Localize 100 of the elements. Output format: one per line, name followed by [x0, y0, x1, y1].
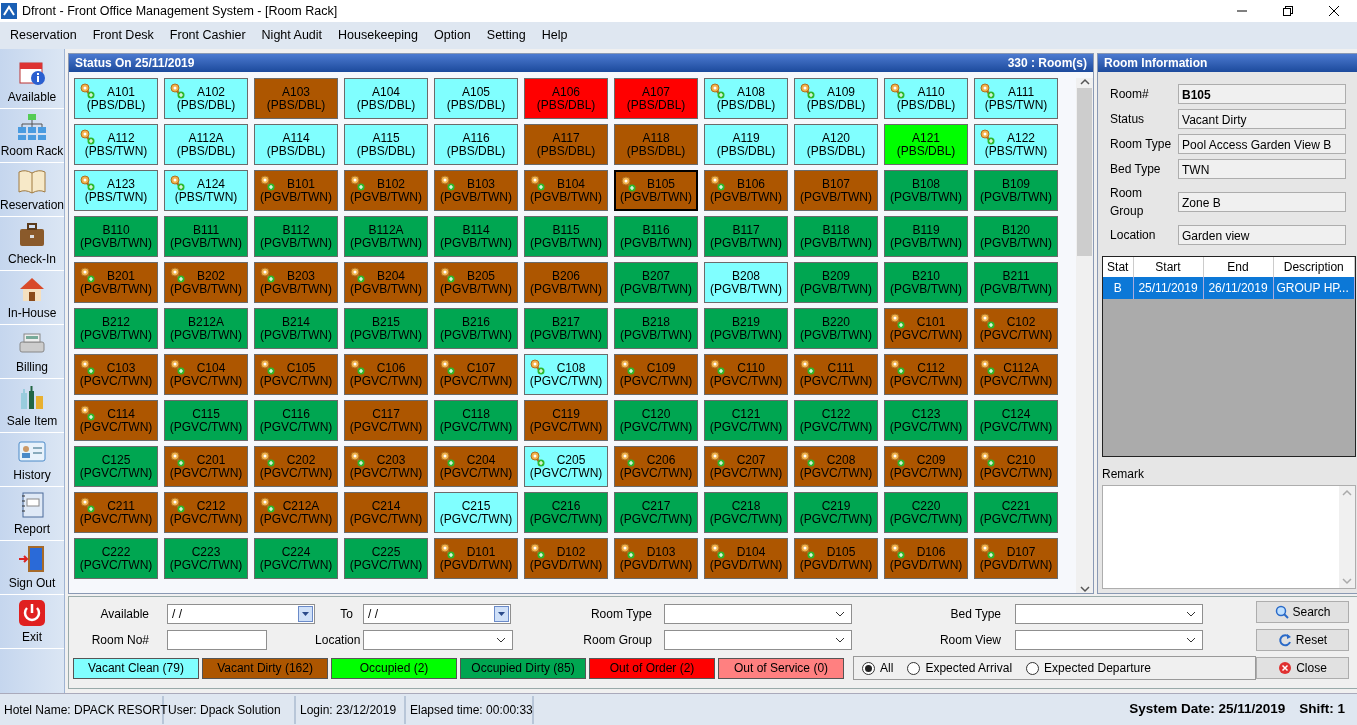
room-tile[interactable]: B204 (PGVB/TWN)	[344, 262, 429, 303]
room-tile[interactable]: B208 (PGVB/TWN)	[704, 262, 789, 303]
room-tile[interactable]: A109 (PBS/DBL)	[794, 78, 879, 119]
menu-item[interactable]: Reservation	[2, 26, 85, 45]
room-tile[interactable]: B209 (PGVB/TWN)	[794, 262, 879, 303]
status-legend-item[interactable]: Vacant Dirty (162)	[202, 657, 329, 679]
room-tile[interactable]: C215 (PGVC/TWN)	[434, 492, 519, 533]
room-tile[interactable]: C220 (PGVC/TWN)	[884, 492, 969, 533]
room-tile[interactable]: A108 (PBS/DBL)	[704, 78, 789, 119]
room-tile[interactable]: B112 (PGVB/TWN)	[254, 216, 339, 257]
room-tile[interactable]: C209 (PGVC/TWN)	[884, 446, 969, 487]
room-tile[interactable]: A105 (PBS/DBL)	[434, 78, 519, 119]
room-tile[interactable]: C218 (PGVC/TWN)	[704, 492, 789, 533]
room-tile[interactable]: C212 (PGVC/TWN)	[164, 492, 249, 533]
room-tile[interactable]: A103 (PBS/DBL)	[254, 78, 339, 119]
room-tile[interactable]: B210 (PGVB/TWN)	[884, 262, 969, 303]
sidebar-item-label[interactable]: Reservation	[0, 195, 65, 214]
room-tile[interactable]: B219 (PGVB/TWN)	[704, 308, 789, 349]
menu-item[interactable]: Setting	[478, 26, 534, 45]
room-tile[interactable]: B101 (PGVB/TWN)	[254, 170, 339, 211]
dropdown-icon[interactable]	[494, 606, 510, 622]
room-tile[interactable]: B212A (PGVB/TWN)	[164, 308, 249, 349]
sidebar-item-label[interactable]: Report	[14, 519, 51, 538]
room-tile[interactable]: A102 (PBS/DBL)	[164, 78, 249, 119]
room-tile[interactable]: B114 (PGVB/TWN)	[434, 216, 519, 257]
scroll-down-icon[interactable]	[1079, 585, 1090, 593]
scrollbar[interactable]	[1076, 78, 1094, 593]
room-tile[interactable]: B119 (PGVB/TWN)	[884, 216, 969, 257]
room-tile[interactable]: C202 (PGVC/TWN)	[254, 446, 339, 487]
room-tile[interactable]: C223 (PGVC/TWN)	[164, 538, 249, 579]
action-button[interactable]: Reset	[1256, 629, 1350, 651]
sidebar-item-label[interactable]: In-House	[7, 303, 57, 322]
remark-textarea[interactable]	[1102, 485, 1357, 589]
room-tile[interactable]: B102 (PGVB/TWN)	[344, 170, 429, 211]
room-tile[interactable]: D107 (PGVD/TWN)	[974, 538, 1059, 579]
room-tile[interactable]: C110 (PGVC/TWN)	[704, 354, 789, 395]
date-field[interactable]: / /	[167, 604, 316, 624]
room-tile[interactable]: C116 (PGVC/TWN)	[254, 400, 339, 441]
room-tile[interactable]: D101 (PGVD/TWN)	[434, 538, 519, 579]
room-tile[interactable]: C114 (PGVC/TWN)	[74, 400, 159, 441]
menu-item[interactable]: Help	[533, 26, 576, 45]
room-tile[interactable]: A121 (PBS/DBL)	[884, 124, 969, 165]
room-tile[interactable]: C212A (PGVC/TWN)	[254, 492, 339, 533]
scroll-up-icon[interactable]	[1079, 78, 1090, 86]
room-tile[interactable]: B207 (PGVB/TWN)	[614, 262, 699, 303]
room-tile[interactable]: C124 (PGVC/TWN)	[974, 400, 1059, 441]
room-tile[interactable]: C222 (PGVC/TWN)	[74, 538, 159, 579]
menu-item[interactable]: Option	[425, 26, 479, 45]
sidebar-item-label[interactable]: Room Rack	[0, 141, 64, 160]
radio-label[interactable]: All	[880, 659, 894, 677]
scrollbar-thumb[interactable]	[1077, 88, 1093, 256]
room-tile[interactable]: C205 (PGVC/TWN)	[524, 446, 609, 487]
room-tile[interactable]: C217 (PGVC/TWN)	[614, 492, 699, 533]
room-tile[interactable]: C123 (PGVC/TWN)	[884, 400, 969, 441]
room-tile[interactable]: B211 (PGVB/TWN)	[974, 262, 1059, 303]
hierarchy-icon[interactable]	[17, 111, 47, 142]
room-tile[interactable]: B115 (PGVB/TWN)	[524, 216, 609, 257]
radio-button[interactable]	[1026, 661, 1040, 675]
action-button[interactable]: Search	[1256, 601, 1350, 623]
room-tile[interactable]: C112A (PGVC/TWN)	[974, 354, 1059, 395]
radio-button[interactable]	[907, 661, 921, 675]
room-tile[interactable]: A104 (PBS/DBL)	[344, 78, 429, 119]
room-tile[interactable]: B203 (PGVB/TWN)	[254, 262, 339, 303]
room-tile[interactable]: C122 (PGVC/TWN)	[794, 400, 879, 441]
dropdown-field[interactable]	[1015, 630, 1204, 650]
sidebar-item-label[interactable]: Check-In	[8, 249, 57, 268]
status-legend-item[interactable]: Out of Service (0)	[718, 657, 845, 679]
room-tile[interactable]: C224 (PGVC/TWN)	[254, 538, 339, 579]
room-tile[interactable]: C206 (PGVC/TWN)	[614, 446, 699, 487]
room-tile[interactable]: C204 (PGVC/TWN)	[434, 446, 519, 487]
room-tile[interactable]: A123 (PBS/TWN)	[74, 170, 159, 211]
room-tile[interactable]: A111 (PBS/TWN)	[974, 78, 1059, 119]
room-tile[interactable]: C103 (PGVC/TWN)	[74, 354, 159, 395]
room-number-input[interactable]	[167, 630, 268, 650]
room-tile[interactable]: B214 (PGVB/TWN)	[254, 308, 339, 349]
room-tile[interactable]: C211 (PGVC/TWN)	[74, 492, 159, 533]
dropdown-icon[interactable]	[298, 606, 314, 622]
room-tile[interactable]: C201 (PGVC/TWN)	[164, 446, 249, 487]
status-legend-item[interactable]: Occupied Dirty (85)	[460, 657, 587, 679]
room-tile[interactable]: A124 (PBS/TWN)	[164, 170, 249, 211]
sidebar-item-label[interactable]: Sign Out	[8, 573, 56, 592]
dropdown-field[interactable]	[664, 630, 853, 650]
room-tile[interactable]: A114 (PBS/DBL)	[254, 124, 339, 165]
action-button[interactable]: Close	[1256, 657, 1350, 679]
status-legend-item[interactable]: Occupied (2)	[331, 657, 458, 679]
dropdown-field[interactable]	[664, 604, 853, 624]
room-tile[interactable]: B116 (PGVB/TWN)	[614, 216, 699, 257]
status-legend-item[interactable]: Vacant Clean (79)	[73, 657, 200, 679]
room-tile[interactable]: B212 (PGVB/TWN)	[74, 308, 159, 349]
room-tile[interactable]: C102 (PGVC/TWN)	[974, 308, 1059, 349]
room-tile[interactable]: C111 (PGVC/TWN)	[794, 354, 879, 395]
room-tile[interactable]: A110 (PBS/DBL)	[884, 78, 969, 119]
room-tile[interactable]: B220 (PGVB/TWN)	[794, 308, 879, 349]
room-tile[interactable]: C214 (PGVC/TWN)	[344, 492, 429, 533]
maximize-icon[interactable]	[1282, 5, 1294, 17]
radio-button[interactable]	[862, 661, 876, 675]
room-tile[interactable]: A106 (PBS/DBL)	[524, 78, 609, 119]
room-tile[interactable]: A115 (PBS/DBL)	[344, 124, 429, 165]
room-tile[interactable]: C108 (PGVC/TWN)	[524, 354, 609, 395]
door-exit-icon[interactable]	[17, 543, 47, 574]
